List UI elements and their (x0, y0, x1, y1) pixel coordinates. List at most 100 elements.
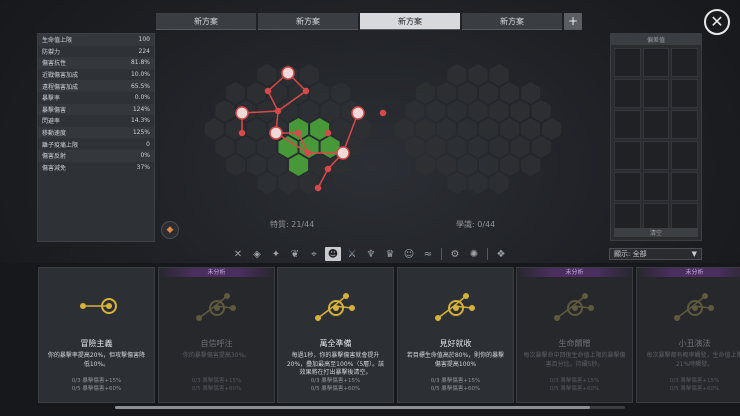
trait-node[interactable] (324, 165, 332, 173)
hex-cell[interactable] (479, 154, 499, 176)
hex-cell[interactable] (531, 136, 551, 158)
hex-cell[interactable] (257, 172, 277, 194)
trait-node[interactable] (235, 106, 249, 120)
hex-cell[interactable] (415, 154, 435, 176)
empty-slot[interactable] (614, 141, 641, 170)
gear-alt-icon[interactable]: ✺ (466, 247, 482, 261)
empty-slot[interactable] (642, 141, 670, 170)
empty-slot[interactable] (671, 48, 698, 77)
trait-node[interactable] (294, 129, 302, 137)
hex-cell[interactable] (468, 64, 488, 86)
people-icon[interactable]: ☺ (401, 247, 417, 261)
hex-cell[interactable] (510, 100, 530, 122)
hex-cell[interactable] (415, 118, 435, 140)
trait-node[interactable] (269, 126, 283, 140)
hex-cell[interactable] (468, 172, 488, 194)
hex-cell[interactable] (278, 136, 298, 158)
trait-card[interactable]: 見好就收 若目標生命值高於80%，則你的暴擊傷害提高100% 0/3 暴擊傷害+15… (397, 267, 514, 403)
hex-cell[interactable] (267, 82, 287, 104)
trait-node[interactable] (302, 87, 310, 95)
hex-cell[interactable] (500, 154, 520, 176)
hex-cell[interactable] (299, 172, 319, 194)
hex-cell[interactable] (299, 100, 319, 122)
hex-cell[interactable] (246, 82, 266, 104)
hex-cell[interactable] (405, 136, 425, 158)
hex-cell[interactable] (510, 136, 530, 158)
tab-plan-3[interactable]: 新方案 (360, 13, 460, 30)
hex-cell[interactable] (521, 82, 541, 104)
hex-cell[interactable] (331, 118, 351, 140)
bird-icon[interactable]: ✦ (268, 247, 284, 261)
crown-icon[interactable]: ♛ (382, 247, 398, 261)
wave-icon[interactable]: ≈ (420, 247, 436, 261)
trait-node[interactable] (336, 146, 350, 160)
hex-cell[interactable] (489, 136, 509, 158)
mask-icon[interactable]: ☻ (325, 247, 341, 261)
trait-card[interactable]: 未分析 生命饋贈 每次暴擊命中回復生命值上限的暴擊傷害百分比，持續5秒。 0/3 暴擊… (516, 267, 633, 403)
hex-cell[interactable] (468, 136, 488, 158)
empty-slot[interactable] (614, 110, 641, 139)
trait-node[interactable] (351, 106, 365, 120)
empty-slot[interactable] (671, 79, 698, 108)
hex-cell[interactable] (521, 154, 541, 176)
fish-icon[interactable]: ♆ (363, 247, 379, 261)
hex-cell[interactable] (457, 154, 477, 176)
molecule-icon[interactable]: ❖ (493, 247, 509, 261)
hex-cell[interactable] (447, 172, 467, 194)
hex-cell[interactable] (500, 82, 520, 104)
tab-plan-2[interactable]: 新方案 (258, 13, 358, 30)
hex-cell[interactable] (521, 118, 541, 140)
hex-cell[interactable] (489, 100, 509, 122)
hex-cell[interactable] (289, 118, 309, 140)
hex-cell[interactable] (468, 100, 488, 122)
trait-hex-graph[interactable] (158, 33, 608, 243)
hex-cell[interactable] (320, 100, 340, 122)
hex-cell[interactable] (289, 154, 309, 176)
hex-cell[interactable] (531, 100, 551, 122)
clear-slots-button[interactable]: 清空 (614, 228, 698, 237)
scrollbar-thumb[interactable] (115, 406, 590, 409)
hex-cell[interactable] (415, 82, 435, 104)
trait-node[interactable] (238, 129, 246, 137)
empty-slot[interactable] (614, 79, 641, 108)
hex-cell[interactable] (457, 82, 477, 104)
hex-cell[interactable] (225, 82, 245, 104)
empty-slot[interactable] (642, 79, 670, 108)
trait-card[interactable]: 萬全準備 每過1秒，你的暴擊傷害就會提升20%，疊加最高至100%（5層）。該效果… (277, 267, 394, 403)
leaf-icon[interactable]: ❦ (287, 247, 303, 261)
hex-cell[interactable] (246, 118, 266, 140)
hex-cell[interactable] (447, 64, 467, 86)
hex-cell[interactable] (436, 154, 456, 176)
hex-cell[interactable] (310, 118, 330, 140)
trait-node[interactable] (324, 129, 332, 137)
display-filter-dropdown[interactable]: 顯示: 全部 ▼ (609, 248, 702, 260)
hex-cell[interactable] (310, 82, 330, 104)
card-scrollbar[interactable] (115, 406, 625, 409)
empty-slot[interactable] (642, 48, 670, 77)
hex-cell[interactable] (426, 136, 446, 158)
empty-slot[interactable] (614, 48, 641, 77)
hex-cell[interactable] (447, 136, 467, 158)
trait-card[interactable]: 未分析 小丑演法 每次暴擊都有概率觸發，生命值上限21%時觸發。 0/3 暴擊傷害+1… (636, 267, 740, 403)
trait-node[interactable] (274, 107, 282, 115)
trait-node[interactable] (304, 149, 312, 157)
shield-wing-icon[interactable]: ◈ (249, 247, 265, 261)
hex-cell[interactable] (215, 136, 235, 158)
hex-cell[interactable] (436, 118, 456, 140)
crossed-swords-icon[interactable]: ⚔ (344, 247, 360, 261)
trait-node[interactable] (264, 87, 272, 95)
empty-slot[interactable] (642, 172, 670, 201)
hex-cell[interactable] (426, 100, 446, 122)
hex-cell[interactable] (436, 82, 456, 104)
empty-slot[interactable] (671, 110, 698, 139)
add-tab-button[interactable]: + (564, 13, 582, 30)
trait-card[interactable]: 未分析 自信呼注 你的暴擊傷害提高30%。 0/3 暴擊傷害+15% 0/5 暴擊傷害+… (158, 267, 275, 403)
empty-slot[interactable] (642, 110, 670, 139)
hex-cell[interactable] (489, 64, 509, 86)
hex-cell[interactable] (215, 100, 235, 122)
hex-cell[interactable] (405, 100, 425, 122)
tab-plan-1[interactable]: 新方案 (156, 13, 256, 30)
trait-node[interactable] (314, 184, 322, 192)
hex-cell[interactable] (246, 154, 266, 176)
hex-cell[interactable] (278, 172, 298, 194)
